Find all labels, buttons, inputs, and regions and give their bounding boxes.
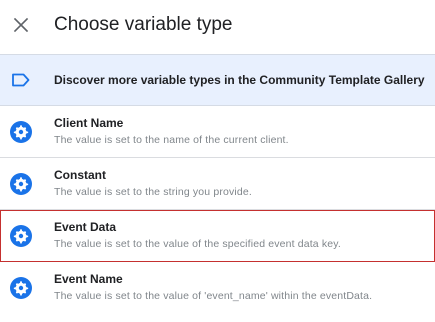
dialog-header: Choose variable type bbox=[0, 0, 435, 54]
variable-type-event-data[interactable]: Event Data The value is set to the value… bbox=[0, 210, 435, 262]
variable-type-list: Client Name The value is set to the name… bbox=[0, 106, 435, 314]
variable-type-description: The value is set to the value of 'event_… bbox=[54, 290, 373, 302]
variable-type-name: Event Data bbox=[54, 220, 117, 234]
settings-gear-icon bbox=[9, 120, 33, 144]
variable-type-name: Client Name bbox=[54, 116, 124, 130]
variable-type-constant[interactable]: Constant The value is set to the string … bbox=[0, 158, 435, 210]
variable-type-client-name[interactable]: Client Name The value is set to the name… bbox=[0, 106, 435, 158]
close-button[interactable] bbox=[8, 12, 34, 38]
community-template-gallery-link[interactable]: Discover more variable types in the Comm… bbox=[0, 54, 435, 106]
variable-type-name: Constant bbox=[54, 168, 106, 182]
dialog-title: Choose variable type bbox=[54, 14, 233, 35]
variable-type-description: The value is set to the string you provi… bbox=[54, 186, 252, 198]
close-icon bbox=[13, 17, 29, 33]
variable-type-description: The value is set to the name of the curr… bbox=[54, 134, 289, 146]
label-tag-icon bbox=[12, 73, 30, 87]
variable-type-event-name[interactable]: Event Name The value is set to the value… bbox=[0, 262, 435, 314]
gallery-link-label: Discover more variable types in the Comm… bbox=[54, 73, 425, 87]
variable-type-name: Event Name bbox=[54, 272, 123, 286]
settings-gear-icon bbox=[9, 224, 33, 248]
settings-gear-icon bbox=[9, 172, 33, 196]
variable-type-description: The value is set to the value of the spe… bbox=[54, 238, 341, 250]
settings-gear-icon bbox=[9, 276, 33, 300]
